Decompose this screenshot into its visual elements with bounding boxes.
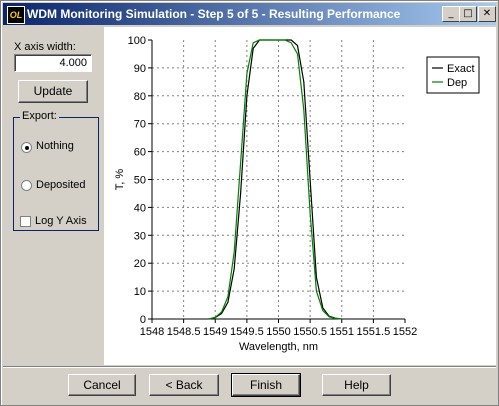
chart-panel: 1548 1548.5 1549 1549.5 1550 1550.5 1551 1551.5…	[104, 27, 496, 365]
bottom-separator	[3, 366, 496, 368]
finish-button[interactable]: Finish	[231, 373, 301, 397]
cancel-button[interactable]: Cancel	[68, 374, 136, 396]
dialog-window: OL WDM Monitoring Simulation - Step 5 of…	[0, 0, 499, 406]
y-axis-label: T, %	[114, 169, 126, 191]
performance-chart: 1548 1548.5 1549 1549.5 1550 1550.5 1551 1551.5…	[114, 35, 480, 353]
export-nothing-radio[interactable]	[21, 142, 32, 153]
x-tick-label: 1552	[393, 326, 417, 338]
export-nothing-label[interactable]: Nothing	[36, 140, 74, 152]
minimize-button[interactable]: _	[442, 6, 460, 22]
export-deposited-radio[interactable]	[21, 180, 32, 191]
close-button[interactable]: ✕	[478, 6, 496, 22]
xaxis-width-label: X axis width:	[14, 41, 76, 53]
title-bar[interactable]: OL WDM Monitoring Simulation - Step 5 of…	[3, 3, 496, 25]
x-tick-label: 1549	[203, 326, 227, 338]
y-tick-label: 0	[140, 314, 146, 326]
maximize-button[interactable]: □	[459, 6, 477, 22]
x-tick-label: 1551	[330, 326, 354, 338]
legend-label-exact: Exact	[447, 63, 475, 75]
radio-selected-dot	[25, 146, 29, 150]
y-tick-label: 10	[134, 286, 146, 298]
back-button[interactable]: < Back	[149, 374, 219, 396]
xaxis-width-input[interactable]: 4.000	[14, 54, 92, 72]
legend-label-dep: Dep	[447, 77, 467, 89]
y-tick-label: 100	[128, 35, 146, 47]
options-panel: X axis width: 4.000 Update Export: Nothi…	[3, 27, 102, 365]
x-tick-label: 1550.5	[293, 326, 327, 338]
x-axis-label: Wavelength, nm	[239, 341, 318, 353]
x-tick-label: 1550	[266, 326, 290, 338]
help-button[interactable]: Help	[322, 374, 391, 396]
x-tick-label: 1548.5	[167, 326, 201, 338]
y-tick-label: 80	[134, 91, 146, 103]
y-tick-label: 90	[134, 63, 146, 75]
x-tick-label: 1551.5	[357, 326, 391, 338]
log-y-axis-checkbox[interactable]	[20, 216, 31, 227]
y-tick-label: 70	[134, 119, 146, 131]
y-tick-label: 20	[134, 258, 146, 270]
export-deposited-label[interactable]: Deposited	[36, 179, 86, 191]
export-group-label: Export:	[20, 110, 59, 122]
log-y-axis-label[interactable]: Log Y Axis	[35, 215, 87, 227]
y-tick-label: 30	[134, 230, 146, 242]
export-groupbox	[13, 117, 99, 231]
app-icon: OL	[7, 6, 25, 24]
y-tick-label: 60	[134, 147, 146, 159]
x-tick-label: 1548	[140, 326, 164, 338]
y-tick-label: 50	[134, 175, 146, 187]
update-button[interactable]: Update	[18, 80, 88, 103]
x-tick-label: 1549.5	[230, 326, 264, 338]
y-tick-label: 40	[134, 202, 146, 214]
window-title: WDM Monitoring Simulation - Step 5 of 5 …	[27, 7, 401, 21]
